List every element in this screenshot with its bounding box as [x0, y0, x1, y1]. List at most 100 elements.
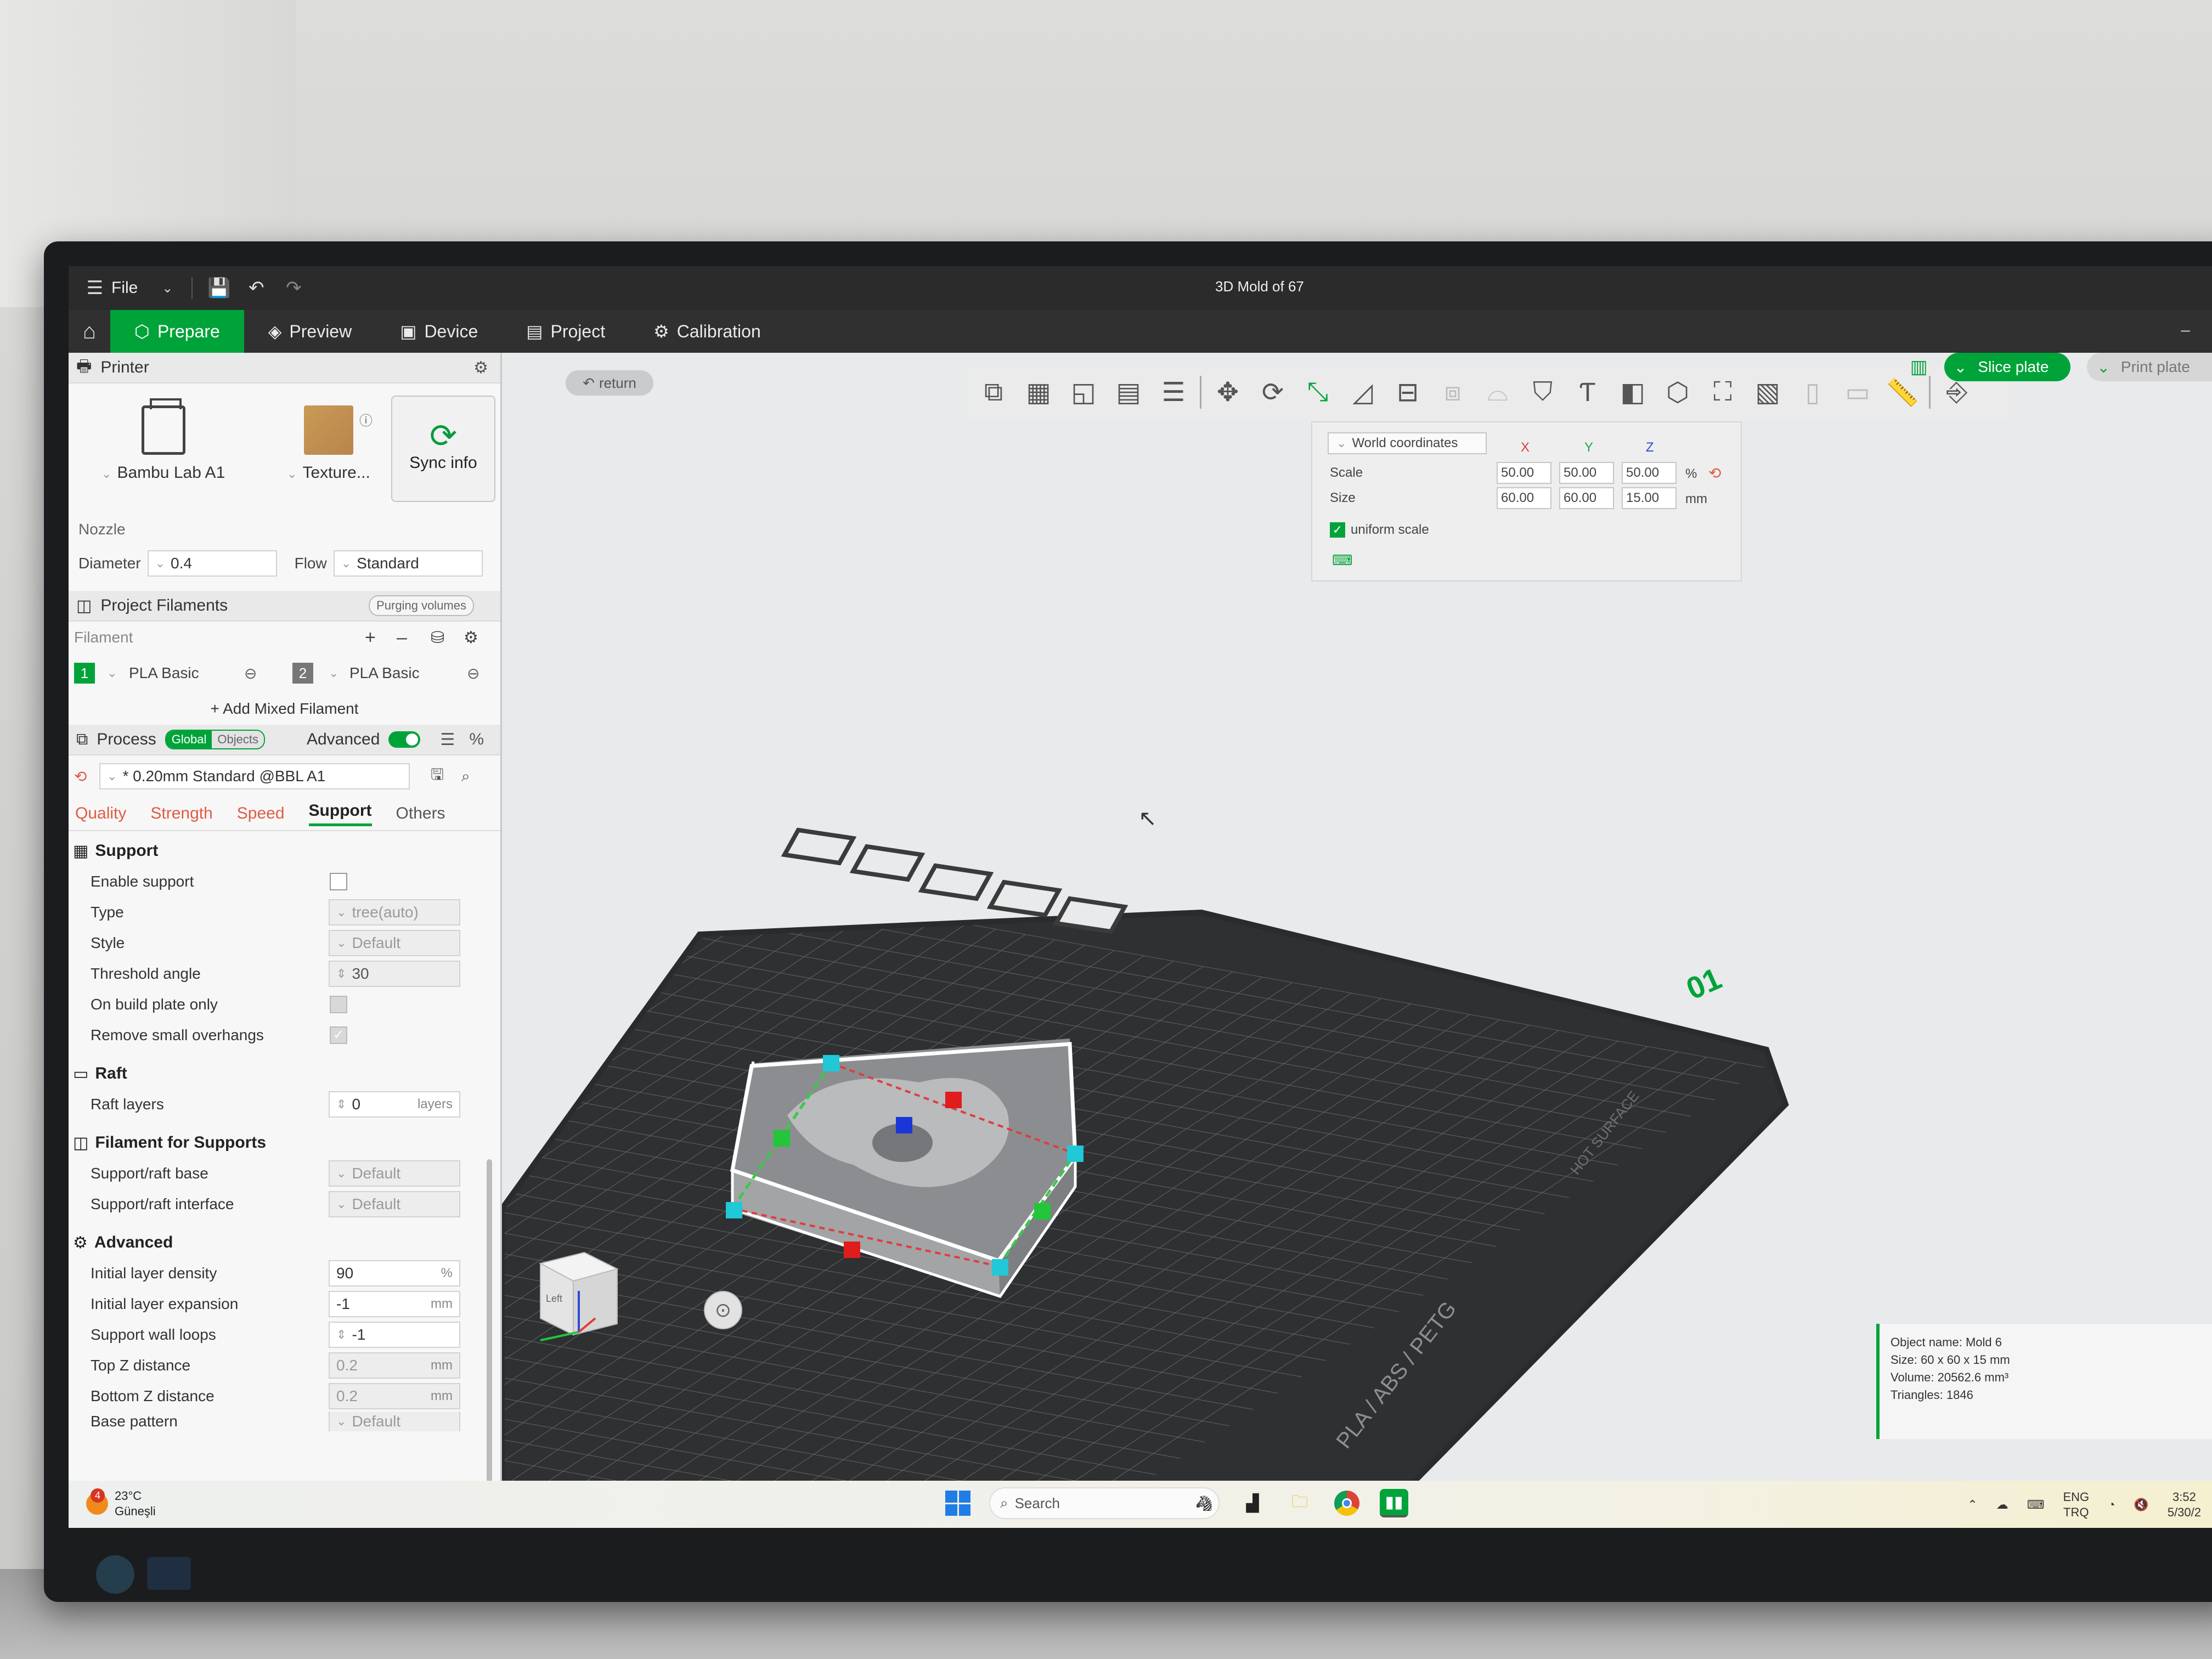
keyboard-icon[interactable]: ⌨ — [2027, 1498, 2045, 1512]
filament-name[interactable]: PLA Basic — [129, 664, 199, 682]
tab-calibration[interactable]: ⚙ Calibration — [629, 310, 785, 353]
global-objects-switch[interactable]: Global Objects — [165, 730, 265, 749]
file-explorer-icon[interactable]: 🗀 — [1285, 1489, 1314, 1517]
tab-quality[interactable]: Quality — [75, 804, 126, 823]
scale-z-input[interactable]: 50.00 — [1622, 462, 1677, 484]
size-y-input[interactable]: 60.00 — [1559, 487, 1614, 509]
reset-scale-icon[interactable]: ⟲ — [1708, 464, 1721, 482]
split-parts-icon[interactable]: ▭ — [1839, 374, 1876, 411]
clock[interactable]: 3:52 5/30/2 — [2168, 1489, 2201, 1520]
add-mixed-filament-button[interactable]: + Add Mixed Filament — [69, 693, 500, 725]
scale-handle[interactable] — [1067, 1146, 1084, 1162]
base-pattern-select[interactable]: ⌄ Default — [329, 1412, 460, 1431]
sync-info-button[interactable]: ⟳ Sync info — [391, 396, 495, 502]
size-x-input[interactable]: 60.00 — [1497, 487, 1551, 509]
remove-circle-icon[interactable]: ⊖ — [244, 664, 257, 682]
camera-view-button[interactable]: ⊙ — [704, 1291, 742, 1329]
lay-flat-icon[interactable]: ◿ — [1344, 374, 1381, 411]
support-type-select[interactable]: ⌄ tree(auto) — [329, 899, 460, 926]
scale-handle[interactable] — [726, 1202, 742, 1218]
scale-icon[interactable]: ⤡ — [1299, 374, 1336, 411]
text-icon[interactable]: Ƭ — [1569, 374, 1606, 411]
save-profile-icon[interactable]: 🖫 — [431, 763, 444, 789]
tab-device[interactable]: ▣ Device — [376, 310, 502, 353]
3d-viewport[interactable]: 01 PLA / ABS / PETG HOT SURFACE ↶ return… — [502, 353, 2212, 1528]
support-wall-loops-input[interactable]: ⇕ -1 — [329, 1322, 460, 1348]
rotate-icon[interactable]: ⟳ — [1254, 374, 1291, 411]
remove-circle-icon[interactable]: ⊖ — [467, 664, 479, 682]
y-axis-handle[interactable] — [774, 1130, 790, 1147]
return-button[interactable]: ↶ return — [566, 370, 653, 396]
cut-icon[interactable]: ⊟ — [1389, 374, 1426, 411]
file-menu[interactable]: ☰ File ⌄ — [84, 277, 178, 299]
home-button[interactable]: ⌂ — [69, 310, 110, 353]
reset-icon[interactable]: ⟲ — [74, 768, 87, 786]
filament-number[interactable]: 1 — [74, 663, 95, 684]
build-plate-only-checkbox[interactable] — [330, 996, 347, 1013]
filament-name[interactable]: PLA Basic — [349, 664, 420, 682]
remove-small-overhangs-checkbox[interactable]: ✓ — [330, 1026, 347, 1044]
redo-button[interactable]: ↷ — [283, 277, 304, 299]
boolean-icon[interactable]: ⧈ — [1434, 374, 1471, 411]
printer-selector[interactable]: ⌄ Bambu Lab A1 — [101, 398, 225, 482]
list-icon[interactable]: ☰ — [440, 730, 455, 749]
minimize-button[interactable]: – — [2181, 321, 2190, 340]
slice-plate-button[interactable]: ⌄ Slice plate — [1944, 353, 2071, 381]
cloud-off-icon[interactable]: ☁ — [1996, 1498, 2008, 1512]
add-object-icon[interactable]: ⧉ — [975, 374, 1012, 411]
tab-strength[interactable]: Strength — [150, 804, 212, 823]
scale-x-input[interactable]: 50.00 — [1497, 462, 1551, 484]
z-axis-handle[interactable] — [896, 1117, 912, 1133]
sidebar-scrollbar[interactable] — [487, 1159, 492, 1499]
tab-speed[interactable]: Speed — [237, 804, 285, 823]
chevron-up-icon[interactable]: ⌃ — [1967, 1498, 1977, 1512]
support-paint-icon[interactable]: ⌓ — [1479, 374, 1516, 411]
raft-layers-input[interactable]: ⇕ 0 layers — [329, 1091, 460, 1118]
speaker-muted-icon[interactable]: 🔇 — [2134, 1498, 2148, 1512]
keyboard-icon[interactable]: ⌨ — [1332, 552, 1353, 569]
support-base-select[interactable]: ⌄ Default — [329, 1160, 460, 1187]
emboss-icon[interactable]: ◧ — [1614, 374, 1651, 411]
enable-support-checkbox[interactable] — [330, 873, 347, 890]
cube-icon[interactable]: ⬡ — [1659, 374, 1696, 411]
size-z-input[interactable]: 15.00 — [1622, 487, 1677, 509]
grid-icon[interactable]: ▦ — [1020, 374, 1057, 411]
search-icon[interactable]: ⌕ — [461, 768, 470, 786]
support-interface-select[interactable]: ⌄ Default — [329, 1191, 460, 1217]
tab-support[interactable]: Support — [308, 802, 372, 826]
objects-option[interactable]: Objects — [212, 731, 264, 748]
tab-preview[interactable]: ◈ Preview — [244, 310, 376, 353]
navigation-cube[interactable]: Left — [524, 1231, 634, 1351]
scale-handle[interactable] — [992, 1259, 1008, 1276]
scale-y-input[interactable]: 50.00 — [1559, 462, 1614, 484]
x-axis-handle[interactable] — [945, 1092, 962, 1108]
plate-selector[interactable]: ⌄ Texture... — [287, 405, 370, 482]
bottom-z-distance-input[interactable]: 0.2 mm — [329, 1383, 460, 1409]
taskbar-search[interactable]: ⌕ Search 🦓 — [989, 1487, 1220, 1519]
scale-handle[interactable] — [823, 1055, 839, 1071]
percent-icon[interactable]: % — [469, 730, 484, 749]
split-objects-icon[interactable]: ▯ — [1794, 374, 1831, 411]
add-filament-icon[interactable]: + — [365, 627, 376, 648]
global-option[interactable]: Global — [166, 731, 212, 748]
wifi-icon[interactable]: ◔ — [2108, 1498, 2115, 1512]
arrange-icon[interactable]: ▤ — [1110, 374, 1147, 411]
bambu-studio-icon[interactable]: ▮▮ — [1380, 1489, 1408, 1517]
measure-frame-icon[interactable]: ⛶ — [1704, 374, 1741, 411]
save-button[interactable]: 💾 — [207, 277, 230, 299]
windows-start-icon[interactable] — [945, 1491, 970, 1516]
orient-icon[interactable]: ◱ — [1065, 374, 1102, 411]
filament-sync-icon[interactable]: ⛁ — [431, 628, 444, 647]
flow-select[interactable]: ⌄ Standard — [333, 550, 483, 577]
gear-icon[interactable]: ⚙ — [464, 628, 478, 647]
remove-filament-icon[interactable]: – — [397, 627, 407, 648]
task-view-icon[interactable]: ▟ — [1238, 1489, 1267, 1517]
initial-layer-density-input[interactable]: 90% — [329, 1260, 460, 1286]
chrome-icon[interactable] — [1333, 1489, 1361, 1517]
tab-project[interactable]: ▤ Project — [502, 310, 629, 353]
x-axis-handle[interactable] — [844, 1242, 860, 1258]
y-axis-handle[interactable] — [1034, 1203, 1051, 1220]
advanced-toggle[interactable] — [388, 731, 421, 748]
top-z-distance-input[interactable]: 0.2 mm — [329, 1352, 460, 1379]
layers-icon[interactable]: ☰ — [1155, 374, 1192, 411]
